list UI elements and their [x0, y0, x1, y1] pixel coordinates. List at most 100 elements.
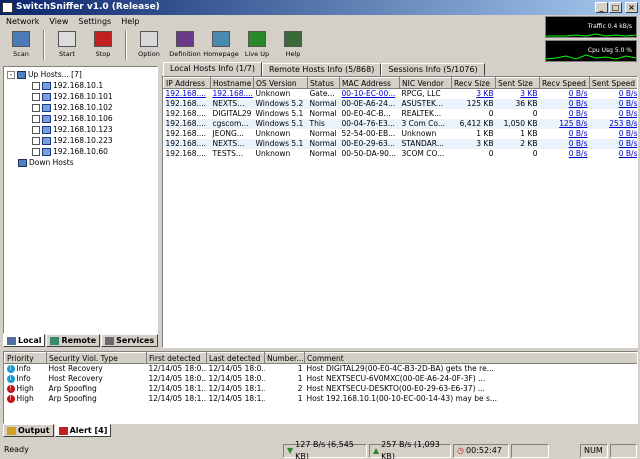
host-label: 192.168.10.101 — [53, 92, 113, 101]
alert-table-cell: 12/14/05 18:0... — [208, 374, 265, 383]
live-up-icon — [248, 31, 266, 47]
homepage-button[interactable]: Homepage — [203, 28, 239, 58]
collapse-icon[interactable]: - — [7, 71, 15, 79]
host-label: 192.168.10.223 — [53, 136, 113, 145]
alert-table-row[interactable]: i Info Host Recovery 12/14/05 18:0... 12/14/… — [5, 374, 638, 384]
tree-host[interactable]: 192.168.10.223 — [32, 136, 113, 146]
column-header[interactable]: OS Version — [253, 77, 308, 89]
host-table-cell: 36 KB — [495, 99, 540, 109]
tab-services[interactable]: Services — [101, 334, 159, 347]
host-checkbox[interactable] — [32, 104, 40, 112]
tab-alert[interactable]: Alert [4] — [54, 424, 112, 437]
host-icon — [42, 126, 51, 134]
tab-remote-hosts-info[interactable]: Remote Hosts Info (5/868) — [262, 63, 382, 76]
start-label: Start — [59, 50, 75, 58]
stop-icon — [94, 31, 112, 47]
close-button[interactable]: × — [625, 2, 638, 13]
tree-up-hosts[interactable]: - Up Hosts... [7] — [7, 70, 82, 80]
menu-help[interactable]: Help — [121, 15, 139, 28]
alert-header-row: Priority Security Viol. Type First detec… — [4, 352, 637, 364]
tree-host[interactable]: 192.168.10.60 — [32, 147, 108, 157]
menu-settings[interactable]: Settings — [78, 15, 111, 28]
definition-button[interactable]: Definition — [168, 28, 202, 58]
column-header[interactable]: Security Viol. Type — [46, 352, 147, 364]
host-icon — [42, 148, 51, 156]
tree-host[interactable]: 192.168.10.123 — [32, 125, 113, 135]
stop-button[interactable]: Stop — [86, 28, 120, 58]
column-header[interactable]: Priority — [4, 352, 47, 364]
host-table-cell: 0 B/s — [618, 129, 638, 138]
host-table-cell: 0 B/s — [568, 149, 588, 158]
host-table-row[interactable]: 192.168.... NEXTS... Windows 5.2 Normal 00-0… — [163, 99, 637, 109]
column-header[interactable]: Recv Size — [451, 77, 496, 89]
host-table-cell: 0 — [532, 149, 538, 158]
tree-host[interactable]: 192.168.10.1 — [32, 81, 103, 91]
alert-table-cell: Arp Spoofing — [48, 384, 97, 393]
host-label: 192.168.10.1 — [53, 81, 104, 90]
minimize-button[interactable]: _ — [595, 2, 608, 13]
tab-sessions-info[interactable]: Sessions Info (5/1076) — [381, 63, 485, 76]
column-header[interactable]: First detected — [146, 352, 207, 364]
alert-table-cell: 12/14/05 18:1... — [148, 394, 207, 403]
tab-local[interactable]: Local — [3, 334, 46, 347]
priority-label: Info — [16, 374, 31, 383]
tab-output[interactable]: Output — [3, 424, 54, 437]
host-table-row[interactable]: 192.168.... 192.168.... Unknown Gate... 00-1… — [164, 89, 638, 100]
help-button[interactable]: Help — [276, 28, 310, 58]
alert-table-cell: 12/14/05 18:1... — [208, 394, 265, 403]
tree-host[interactable]: 192.168.10.106 — [32, 114, 113, 124]
host-label: 192.168.10.60 — [53, 147, 108, 156]
menu-network[interactable]: Network — [6, 15, 39, 28]
alert-table-cell: Host Recovery — [48, 364, 103, 373]
menu-view[interactable]: View — [49, 15, 68, 28]
column-header[interactable]: NIC Vendor — [399, 77, 452, 89]
tree-host[interactable]: 192.168.10.102 — [32, 103, 113, 113]
host-checkbox[interactable] — [32, 148, 40, 156]
host-tree[interactable]: - Up Hosts... [7] 192.168.10.1 192.168.1… — [3, 66, 158, 334]
host-checkbox[interactable] — [32, 93, 40, 101]
column-header[interactable]: MAC Address — [339, 77, 400, 89]
alert-table-row[interactable]: i Info Host Recovery 12/14/05 18:0... 12/14/… — [5, 364, 638, 375]
host-table-cell: 0 — [532, 109, 538, 118]
column-header[interactable]: Last detected — [206, 352, 265, 364]
start-button[interactable]: Start — [50, 28, 84, 58]
host-table-cell: Windows 5.1 — [253, 119, 308, 129]
column-header[interactable]: Sent Size — [495, 77, 540, 89]
alert-table-row[interactable]: ! High Arp Spoofing 12/14/05 18:1... 12/14/0… — [5, 394, 638, 404]
right-tab-bar: Local Hosts Info (1/7) Remote Hosts Info… — [163, 62, 485, 76]
tree-host[interactable]: 192.168.10.101 — [32, 92, 113, 102]
column-header[interactable]: IP Address — [163, 77, 211, 89]
column-header[interactable]: Status — [307, 77, 340, 89]
column-header[interactable]: Hostname — [210, 77, 254, 89]
column-header[interactable]: Comment — [304, 352, 637, 364]
local-icon — [7, 336, 16, 345]
column-header[interactable]: Recv Speed — [539, 77, 590, 89]
host-table-row[interactable]: 192.168.... JEONG... Unknown Normal 52-54-00… — [164, 129, 638, 139]
tab-remote[interactable]: Remote — [46, 334, 101, 347]
tab-local-hosts-info[interactable]: Local Hosts Info (1/7) — [163, 62, 263, 76]
host-table-row[interactable]: 192.168.... NEXTS... Windows 5.1 Normal 00-E… — [163, 139, 637, 149]
live-up-button[interactable]: Live Up — [240, 28, 274, 58]
option-button[interactable]: Option — [132, 28, 166, 58]
host-table-cell: NEXTS... — [210, 99, 254, 109]
tab-services-label: Services — [116, 336, 155, 345]
host-table-row[interactable]: 192.168.... DIGITAL29 Windows 5.1 Normal 00-… — [164, 109, 638, 119]
maximize-button[interactable]: □ — [609, 2, 622, 13]
title-bar: SwitchSniffer v1.0 (Release) _ □ × — [0, 0, 640, 15]
left-tab-bar: Local Remote Services — [3, 334, 159, 348]
host-table-cell: 6,412 KB — [451, 119, 496, 129]
host-table-cell: 3 KB — [476, 89, 494, 98]
column-header[interactable]: Sent Speed — [589, 77, 637, 89]
column-header[interactable]: Number... — [264, 352, 305, 364]
alert-table-cell: Host 192.168.10.1(00-10-EC-00-14-43) may… — [306, 394, 498, 403]
host-checkbox[interactable] — [32, 115, 40, 123]
host-checkbox[interactable] — [32, 82, 40, 90]
host-checkbox[interactable] — [32, 126, 40, 134]
host-table-row[interactable]: 192.168.... cgscom... Windows 5.1 This 00-04… — [163, 119, 637, 129]
tree-down-hosts[interactable]: Down Hosts — [18, 158, 74, 168]
host-table-row[interactable]: 192.168.... TESTS... Unknown Normal 00-50-DA… — [164, 149, 638, 159]
alert-table-row[interactable]: ! High Arp Spoofing 12/14/05 18:1... 12/14/0… — [5, 384, 638, 394]
status-sent-text: 257 B/s (1,093 KB) — [381, 440, 440, 459]
host-checkbox[interactable] — [32, 137, 40, 145]
scan-button[interactable]: Scan — [4, 28, 38, 58]
